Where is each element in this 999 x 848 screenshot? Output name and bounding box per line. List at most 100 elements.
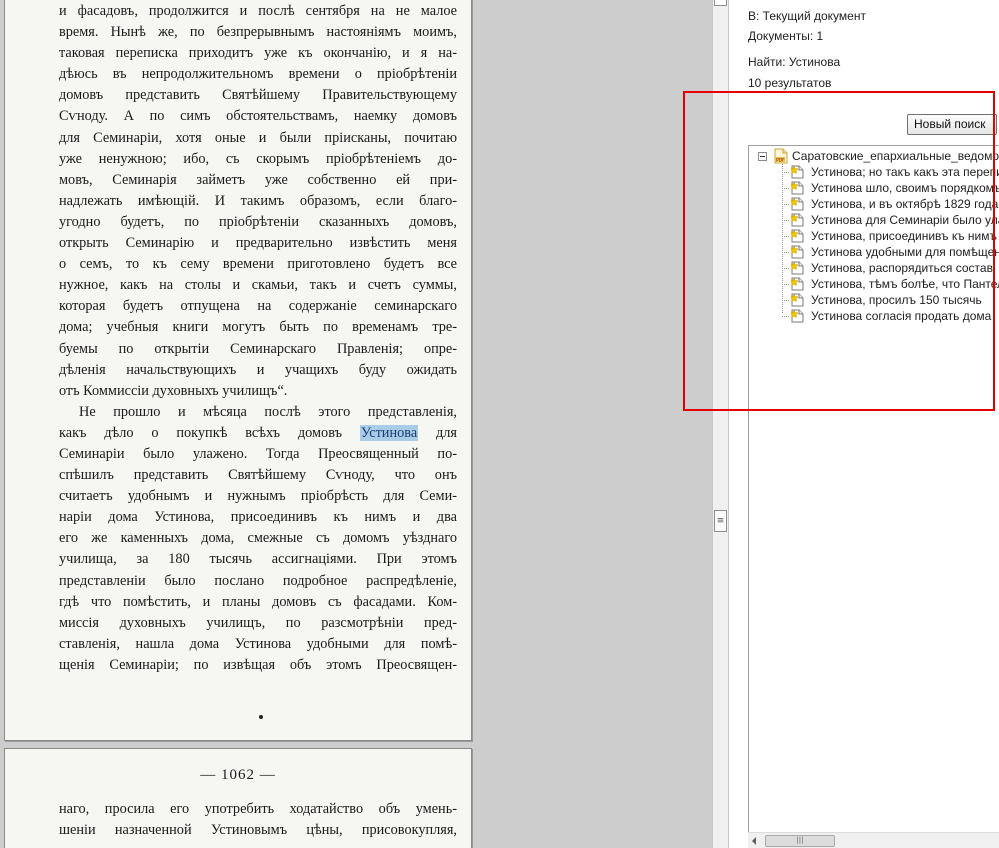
document-page: и фасадовъ, продолжится и послѣ сентября… [4, 0, 472, 741]
document-result-icon [791, 165, 804, 179]
text-line: гдѣ что помѣстить, и планы домовъ съ фас… [59, 593, 457, 610]
text-fragment: какъ дѣло о покупкѣ всѣхъ домовъ [59, 424, 360, 441]
text-line: спѣшилъ представить Святѣйшему Сѵноду, ч… [59, 467, 457, 484]
search-result-label: Устинова, присоединивъ къ нимъ и два [811, 229, 999, 243]
scroll-up-button[interactable] [714, 0, 727, 6]
search-results-panel: В: Текущий документ Документы: 1 Найти: … [729, 0, 999, 848]
text-line: домовъ представить Святѣйшему Правительс… [59, 87, 457, 104]
text-line: представленіи было послано подробное рас… [59, 572, 457, 589]
new-search-button[interactable]: Новый поиск [907, 114, 997, 135]
text-line: надлежать имѣющій. И такимъ образомъ, ес… [59, 192, 457, 209]
tree-branch-line [782, 204, 790, 205]
text-line: угодно будетъ, по пріобрѣтеніи сказанных… [59, 213, 457, 230]
search-result-item[interactable]: Устинова для Семинаріи было улажено [782, 212, 999, 228]
horizontal-scroll-thumb[interactable]: ||| [765, 835, 835, 847]
tree-collapse-icon[interactable] [758, 152, 767, 161]
tree-branch-line [782, 220, 790, 221]
text-line: и фасадовъ, продолжится и послѣ сентября… [59, 3, 457, 19]
tree-branch-line [782, 316, 790, 317]
search-result-label: Устинова для Семинаріи было улажено [811, 213, 999, 227]
text-line: нужное, какъ на столы и скамьи, такъ и с… [59, 277, 457, 294]
document-page-next: — 1062 — наго, просила его употребить хо… [4, 748, 472, 848]
scroll-left-arrow-icon[interactable] [752, 837, 756, 845]
search-result-item[interactable]: Устинова шло, своимъ порядкомъ [782, 180, 999, 196]
page-mark [259, 715, 263, 719]
text-line: буемы по открытіи Семинарскаго Правленія… [59, 340, 457, 357]
text-line: дѣюсь въ непродолжительномъ времени о пр… [59, 66, 457, 83]
search-result-label: Устинова, и въ октябрѣ 1829 года [811, 197, 999, 211]
text-line: шеніи назначенной Устиновымъ цѣны, присо… [59, 822, 457, 839]
text-line: наріи дома Устинова, присоединивъ къ ним… [59, 509, 457, 526]
tree-root-label: Саратовские_епархиальные_ведомости [792, 149, 999, 163]
text-line: училища, за 180 тысячь ассигнаціями. При… [59, 551, 457, 568]
results-count: 10 результатов [748, 76, 832, 90]
document-viewport[interactable]: и фасадовъ, продолжится и послѣ сентября… [0, 0, 712, 848]
page-text: и фасадовъ, продолжится и послѣ сентября… [59, 1, 457, 676]
tree-branch-line [782, 252, 790, 253]
tree-branch-line [782, 268, 790, 269]
text-line: мовъ, Семинарія займетъ уже собственно е… [59, 171, 457, 188]
tree-branch-line [782, 188, 790, 189]
text-line: время. Нынѣ же, по безпрерывнымъ настоян… [59, 24, 457, 41]
text-line: Семинаріи было улажено. Тогда Преосвящен… [59, 445, 457, 462]
document-result-icon [791, 261, 804, 275]
text-fragment: для [418, 424, 457, 441]
text-line: которая будетъ отпущена на содержаніе се… [59, 298, 457, 315]
search-result-label: Устинова, тѣмъ болѣе, что Пантелеевъ [811, 277, 999, 291]
text-line: отъ Коммиссіи духовныхъ училищъ“. [59, 382, 288, 399]
documents-count: Документы: 1 [748, 29, 824, 43]
search-result-label: Устинова согласія продать дома [811, 309, 992, 323]
text-line: дѣленія начальствующихъ и учащихъ буду о… [59, 361, 457, 378]
text-line: открыть Семинарію и предварительно извѣс… [59, 235, 457, 252]
text-line: Сѵноду. А по симъ обстоятельствамъ, наем… [59, 108, 457, 125]
vertical-scrollbar[interactable]: ≡ [712, 0, 729, 848]
search-result-label: Устинова, просилъ 150 тысячь [811, 293, 982, 307]
text-line: считаетъ удобнымъ и нужнымъ пріобрѣсть д… [59, 488, 457, 505]
text-line: дома; учебныя книги могутъ быть по време… [59, 319, 457, 336]
text-line: для Семинаріи, хотя оные и были пріискан… [59, 129, 457, 146]
search-result-item[interactable]: Устинова, распорядиться состав [782, 260, 999, 276]
text-line: о семъ, то къ сему времени приготовлено … [59, 256, 457, 273]
svg-text:PDF: PDF [776, 157, 785, 163]
results-tree[interactable]: PDF Саратовские_епархиальные_ведомости У… [748, 145, 999, 848]
search-result-item[interactable]: Устинова, присоединивъ къ нимъ и два [782, 228, 999, 244]
document-result-icon [791, 309, 804, 323]
search-result-item[interactable]: Устинова согласія продать дома [782, 308, 999, 324]
search-result-item[interactable]: Устинова удобными для помѣщенія [782, 244, 999, 260]
page-text: наго, просила его употребить ходатайство… [59, 799, 457, 841]
document-result-icon [791, 181, 804, 195]
document-result-icon [791, 293, 804, 307]
search-result-item[interactable]: Устинова, тѣмъ болѣе, что Пантелеевъ [782, 276, 999, 292]
document-result-icon [791, 197, 804, 211]
horizontal-scrollbar[interactable]: ||| [748, 832, 999, 848]
search-result-label: Устинова шло, своимъ порядкомъ [811, 181, 999, 195]
text-line-with-match: какъ дѣло о покупкѣ всѣхъ домовъ Устинов… [59, 423, 457, 444]
search-result-item[interactable]: Устинова, и въ октябрѣ 1829 года [782, 196, 999, 212]
search-result-label: Устинова, распорядиться состав [811, 261, 993, 275]
text-line: таковая переписка приходитъ уже къ оконч… [59, 45, 457, 62]
text-line: миссія духовныхъ училищъ, по разсмотрѣні… [59, 614, 457, 631]
text-line: ставленія, нашла дома Устинова удобными … [59, 635, 457, 652]
tree-branch-line [782, 300, 790, 301]
text-line: его же каменныхъ дома, смежные съ домомъ… [59, 530, 457, 547]
pdf-file-icon: PDF [774, 148, 788, 164]
text-line: щенія Семинаріи; по извѣщая объ этомъ Пр… [59, 656, 457, 673]
document-result-icon [791, 213, 804, 227]
document-result-icon [791, 245, 804, 259]
tree-branch-line [782, 236, 790, 237]
search-match-highlight[interactable]: Устинова [359, 424, 419, 441]
search-scope: В: Текущий документ [748, 9, 866, 23]
page-number: — 1062 — [200, 767, 276, 783]
search-result-item[interactable]: Устинова, просилъ 150 тысячь [782, 292, 999, 308]
text-line: Не прошло и мѣсяца послѣ этого представл… [79, 403, 457, 420]
document-result-icon [791, 277, 804, 291]
search-result-item[interactable]: Устинова; но такъ какъ эта переписка [782, 164, 999, 180]
text-line: наго, просила его употребить ходатайство… [59, 801, 457, 817]
tree-branch-line [782, 284, 790, 285]
text-line: уже ненужною; ибо, съ скорымъ пріобрѣтен… [59, 150, 457, 167]
document-result-icon [791, 229, 804, 243]
search-result-label: Устинова; но такъ какъ эта переписка [811, 165, 999, 179]
scroll-thumb[interactable]: ≡ [714, 510, 727, 532]
search-result-label: Устинова удобными для помѣщенія [811, 245, 999, 259]
search-query: Найти: Устинова [748, 55, 841, 69]
